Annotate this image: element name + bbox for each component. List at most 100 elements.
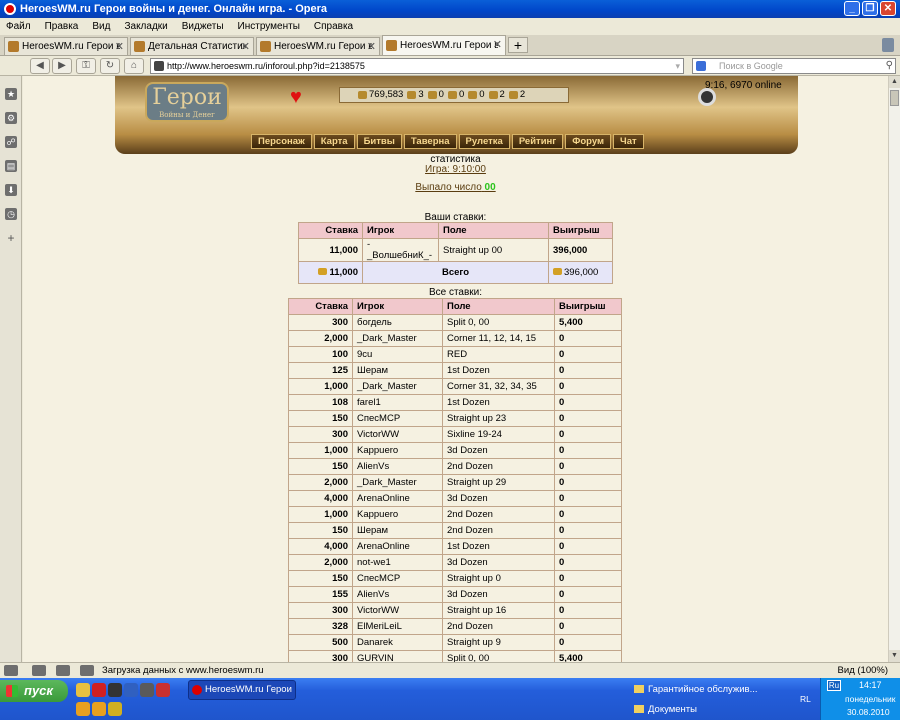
bookmarks-icon[interactable]: ★: [5, 88, 17, 100]
table-row: 2,000 _Dark_Master Straight up 29 0: [288, 474, 622, 491]
speed-dial-icon[interactable]: [32, 665, 46, 676]
search-field[interactable]: Поиск в Google ⚲: [692, 58, 896, 74]
menu-view[interactable]: Вид: [92, 21, 110, 32]
quicklaunch-icon[interactable]: [76, 683, 90, 697]
cell-player[interactable]: not-we1: [352, 554, 443, 571]
menu-help[interactable]: Справка: [314, 21, 353, 32]
unite-icon[interactable]: [56, 665, 70, 676]
language-indicator[interactable]: Ru: [827, 680, 841, 691]
forward-button[interactable]: ▶: [52, 58, 72, 74]
quicklaunch-icon[interactable]: [92, 702, 106, 716]
nav-tavern[interactable]: Таверна: [403, 134, 457, 149]
opera-icon: [4, 3, 16, 15]
quicklaunch-icon[interactable]: [124, 683, 138, 697]
menu-edit[interactable]: Правка: [45, 21, 79, 32]
scroll-thumb[interactable]: [890, 90, 899, 106]
cell-bet: 328: [288, 618, 353, 635]
cell-player[interactable]: СпесМСР: [352, 570, 443, 587]
panel-toggle-icon[interactable]: [4, 665, 18, 676]
nav-map[interactable]: Карта: [313, 134, 355, 149]
table-row: 1,000 _Dark_Master Corner 31, 32, 34, 35 0: [288, 378, 622, 395]
cell-player[interactable]: Danarek: [352, 634, 443, 651]
quicklaunch-icon[interactable]: [108, 683, 122, 697]
scroll-up-icon[interactable]: ▲: [889, 76, 900, 88]
cell-player[interactable]: AlienVs: [352, 586, 443, 603]
opera-icon[interactable]: [92, 683, 106, 697]
minimize-button[interactable]: _: [844, 1, 860, 16]
dropped-number[interactable]: Выпало число 00: [23, 182, 888, 193]
game-logo[interactable]: Герои Войны и Денег: [145, 82, 229, 122]
browser-tab-active[interactable]: HeroesWM.ru Герои во...✕: [382, 35, 506, 55]
menu-file[interactable]: Файл: [6, 21, 31, 32]
close-tab-icon[interactable]: ✕: [493, 38, 502, 51]
close-tab-icon[interactable]: ✕: [241, 40, 250, 53]
cell-player[interactable]: ArenaOnline: [352, 490, 443, 507]
quicklaunch-icon[interactable]: [76, 702, 90, 716]
table-row: 300 GURVIN Split 0, 00 5,400: [288, 650, 622, 662]
menu-tools[interactable]: Инструменты: [238, 21, 300, 32]
taskbar-folder[interactable]: Документы: [634, 704, 697, 715]
cell-player[interactable]: farel1: [352, 394, 443, 411]
browser-tab[interactable]: HeroesWM.ru Герои во...✕: [256, 37, 380, 55]
close-tab-icon[interactable]: ✕: [115, 40, 124, 53]
history-icon[interactable]: ◷: [5, 208, 17, 220]
nav-forum[interactable]: Форум: [565, 134, 612, 149]
language-bar[interactable]: RL: [800, 694, 811, 704]
nav-chat[interactable]: Чат: [613, 134, 644, 149]
close-button[interactable]: ✕: [880, 1, 896, 16]
cell-player[interactable]: VictorWW: [352, 426, 443, 443]
taskbar-folder[interactable]: Гарантийное обслужив...: [634, 684, 758, 695]
home-button[interactable]: ⌂: [124, 58, 144, 74]
cell-player[interactable]: ArenaOnline: [352, 538, 443, 555]
notes-icon[interactable]: ▤: [5, 160, 17, 172]
address-field[interactable]: http://www.heroeswm.ru/inforoul.php?id=2…: [150, 58, 684, 74]
cell-player[interactable]: GURVIN: [352, 650, 443, 662]
gems-resource: 2: [508, 88, 525, 102]
cell-player[interactable]: Шерам: [352, 522, 443, 539]
cell-player[interactable]: _Dark_Master: [352, 474, 443, 491]
quicklaunch-icon[interactable]: [140, 683, 154, 697]
quicklaunch-icon[interactable]: [108, 702, 122, 716]
back-button[interactable]: ◀: [30, 58, 50, 74]
cell-player[interactable]: ElMeriLeiL: [352, 618, 443, 635]
nav-character[interactable]: Персонаж: [251, 134, 312, 149]
key-icon[interactable]: ⚿: [76, 58, 96, 74]
cell-player[interactable]: 9cu: [352, 346, 443, 363]
close-tab-icon[interactable]: ✕: [367, 40, 376, 53]
zoom-control[interactable]: Вид (100%): [838, 663, 888, 678]
cell-player[interactable]: Kappuero: [352, 442, 443, 459]
game-link[interactable]: Игра: 9:10:00: [23, 164, 888, 175]
taskbar-opera-window[interactable]: HeroesWM.ru Герои ...: [188, 680, 296, 700]
reload-button[interactable]: ↻: [100, 58, 120, 74]
turbo-icon[interactable]: [80, 665, 94, 676]
menu-widgets[interactable]: Виджеты: [182, 21, 224, 32]
add-panel-icon[interactable]: +: [5, 232, 17, 244]
window-title: HeroesWM.ru Герои войны и денег. Онлайн …: [20, 3, 328, 15]
trash-icon[interactable]: [882, 38, 894, 52]
menu-bookmarks[interactable]: Закладки: [124, 21, 167, 32]
downloads-icon[interactable]: ⬇: [5, 184, 17, 196]
nav-rating[interactable]: Рейтинг: [511, 134, 564, 149]
widgets-icon[interactable]: ⚙: [5, 112, 17, 124]
cell-player[interactable]: AlienVs: [352, 458, 443, 475]
browser-tab[interactable]: Детальная Статистика...✕: [130, 37, 254, 55]
browser-tab[interactable]: HeroesWM.ru Герои во...✕: [4, 37, 128, 55]
nav-battles[interactable]: Битвы: [356, 134, 402, 149]
vertical-scrollbar[interactable]: ▲ ▼: [888, 76, 900, 662]
new-tab-button[interactable]: +: [508, 37, 528, 53]
cell-player[interactable]: богдель: [352, 314, 443, 331]
cell-player[interactable]: СпесМСР: [352, 410, 443, 427]
start-button[interactable]: пуск: [0, 680, 68, 702]
dropdown-icon[interactable]: ▾: [675, 59, 680, 73]
cell-player[interactable]: _Dark_Master: [352, 378, 443, 395]
maximize-button[interactable]: ❐: [862, 1, 878, 16]
cell-player[interactable]: VictorWW: [352, 602, 443, 619]
quicklaunch-icon[interactable]: [156, 683, 170, 697]
cell-player[interactable]: Шерам: [352, 362, 443, 379]
scroll-down-icon[interactable]: ▼: [889, 650, 900, 662]
search-icon[interactable]: ⚲: [886, 59, 893, 73]
unite-icon[interactable]: ☍: [5, 136, 17, 148]
cell-player[interactable]: _Dark_Master: [352, 330, 443, 347]
nav-roulette[interactable]: Рулетка: [458, 134, 510, 149]
cell-player[interactable]: Kappuero: [352, 506, 443, 523]
